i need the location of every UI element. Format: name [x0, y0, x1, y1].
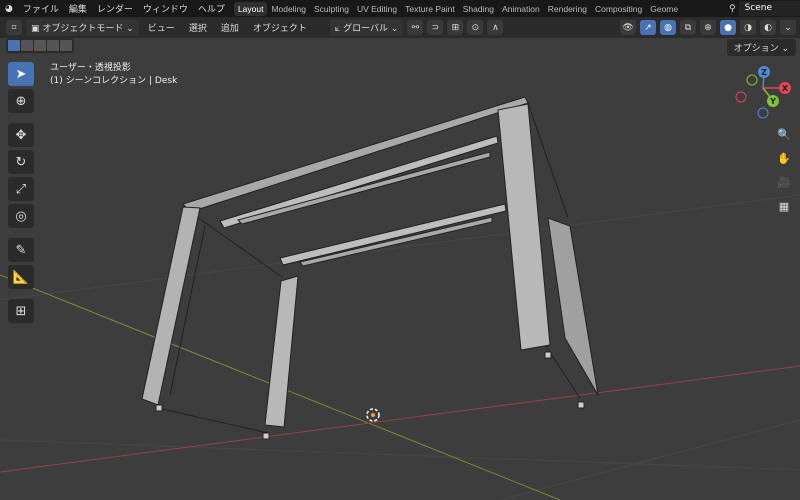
mode-label: オブジェクトモード — [42, 24, 124, 34]
options-dropdown[interactable]: オプション ⌄ — [726, 39, 796, 56]
grid-line — [0, 194, 800, 301]
foot — [155, 404, 163, 412]
leg-front-right — [547, 217, 599, 396]
orientation-label: グローバル — [343, 24, 389, 34]
desk-mesh — [141, 96, 599, 440]
3d-cursor-icon — [366, 408, 380, 422]
tab-layout[interactable]: Layout — [233, 1, 268, 16]
tab-compositing[interactable]: Compositing — [591, 2, 646, 16]
tab-rendering[interactable]: Rendering — [544, 2, 591, 16]
xray-icon[interactable]: ⧉ — [680, 20, 696, 35]
gizmo-neg-x — [735, 91, 747, 103]
navigation-gizmo[interactable]: X Y Z — [735, 66, 791, 119]
solid-shading-icon[interactable]: ● — [720, 20, 736, 35]
zoom-icon[interactable]: 🔍 — [774, 124, 794, 144]
annotate-tool-icon[interactable]: ✎ — [8, 238, 34, 262]
snap-icon[interactable]: ⊃ — [427, 20, 444, 35]
visibility-icon[interactable]: 👁 — [620, 20, 636, 35]
measure-tool-icon[interactable]: 📐 — [8, 265, 34, 289]
camera-icon[interactable]: 🎥 — [774, 172, 794, 192]
rail — [237, 151, 491, 225]
tool-shelf: ➤ ⊕ ✥ ↻ ⤢ ◎ ✎ 📐 ⊞ — [8, 62, 34, 323]
navigation-tools: 🔍 ✋ 🎥 ▦ — [774, 124, 794, 216]
leg-back-right — [497, 103, 551, 351]
cursor-tool-icon[interactable]: ⊕ — [8, 89, 34, 113]
scale-tool-icon[interactable]: ⤢ — [8, 177, 34, 201]
foot — [262, 432, 270, 440]
mode-dropdown[interactable]: ▣ オブジェクトモード ⌄ — [26, 19, 139, 36]
view-label: ユーザー・透視投影 — [50, 63, 131, 73]
orientation-dropdown[interactable]: ⟀ グローバル ⌄ — [329, 19, 404, 36]
leg-front-left — [264, 275, 299, 428]
tab-shading[interactable]: Shading — [459, 2, 498, 16]
gizmo-x-label: X — [782, 84, 789, 93]
shading-options-icon[interactable]: ⌄ — [780, 20, 796, 35]
foot — [544, 351, 552, 359]
tab-sculpting[interactable]: Sculpting — [310, 2, 353, 16]
top-bar: ◕ ファイル 編集 レンダー ウィンドウ ヘルプ Layout Modeling… — [0, 0, 800, 17]
tab-geometry-nodes[interactable]: Geome — [646, 2, 682, 16]
menu-file[interactable]: ファイル — [18, 2, 64, 15]
move-tool-icon[interactable]: ✥ — [8, 123, 34, 147]
wireframe-shading-icon[interactable]: ⊕ — [700, 20, 716, 35]
menu-add[interactable]: 追加 — [216, 19, 244, 36]
viewport-info: ユーザー・透視投影 (1) シーンコレクション | Desk — [50, 62, 177, 88]
orientation-icon: ⟀ — [334, 24, 344, 34]
viewport-header: ⌗ ▣ オブジェクトモード ⌄ ビュー 選択 追加 オブジェクト ⟀ グローバル… — [0, 17, 800, 38]
rotate-tool-icon[interactable]: ↻ — [8, 150, 34, 174]
edge — [157, 407, 269, 434]
tab-texture-paint[interactable]: Texture Paint — [401, 2, 459, 16]
leg-back-left — [141, 206, 201, 406]
menu-edit[interactable]: 編集 — [64, 2, 92, 15]
menu-render[interactable]: レンダー — [92, 2, 138, 15]
menu-help[interactable]: ヘルプ — [193, 2, 230, 15]
proportional-edit-icon[interactable]: ⊙ — [467, 20, 484, 35]
selection-mode-group — [6, 38, 74, 53]
tab-modeling[interactable]: Modeling — [267, 2, 310, 16]
menu-select[interactable]: 選択 — [184, 19, 212, 36]
select-tool-icon[interactable]: ➤ — [8, 62, 34, 86]
hand-pan-icon[interactable]: ✋ — [774, 148, 794, 168]
menu-window[interactable]: ウィンドウ — [138, 2, 193, 15]
collection-label: (1) シーンコレクション | Desk — [50, 76, 178, 86]
gizmo-z-label: Z — [761, 68, 767, 77]
snap-increment-icon[interactable]: ⊞ — [447, 20, 464, 35]
menu-object[interactable]: オブジェクト — [248, 19, 312, 36]
tab-animation[interactable]: Animation — [498, 2, 544, 16]
scene-name[interactable]: Scene — [738, 1, 800, 16]
rail — [299, 216, 493, 267]
select-intersect-icon[interactable] — [60, 40, 72, 51]
add-cube-tool-icon[interactable]: ⊞ — [8, 299, 34, 323]
gizmo-toggle-icon[interactable]: ↗ — [640, 20, 656, 35]
grid-line — [0, 439, 800, 471]
mode-icon: ▣ — [31, 24, 43, 34]
transform-tool-icon[interactable]: ◎ — [8, 204, 34, 228]
select-new-icon[interactable] — [8, 40, 20, 51]
select-invert-icon[interactable] — [47, 40, 59, 51]
material-shading-icon[interactable]: ◑ — [740, 20, 756, 35]
grid-perspective-icon[interactable]: ▦ — [774, 196, 794, 216]
desk-top-back — [182, 96, 529, 213]
scene-selector[interactable]: ⚲ Scene — [726, 0, 800, 17]
editor-type-icon[interactable]: ⌗ — [6, 20, 22, 35]
blender-logo-icon[interactable]: ◕ — [0, 4, 18, 14]
tab-uv-editing[interactable]: UV Editing — [353, 2, 401, 16]
scene-icon: ⚲ — [729, 3, 736, 14]
rail — [279, 203, 507, 266]
overlay-toggle-icon[interactable]: ◍ — [660, 20, 676, 35]
pivot-icon[interactable]: ⚯ — [407, 20, 424, 35]
select-subtract-icon[interactable] — [34, 40, 46, 51]
falloff-icon[interactable]: ∧ — [487, 20, 504, 35]
gizmo-neg-y — [746, 74, 758, 86]
options-label: オプション — [733, 44, 779, 54]
menu-view[interactable]: ビュー — [143, 19, 180, 36]
gizmo-y-label: Y — [769, 97, 776, 106]
gizmo-neg-z — [757, 107, 769, 119]
foot — [577, 401, 585, 409]
x-axis-line — [0, 365, 800, 473]
select-extend-icon[interactable] — [21, 40, 33, 51]
3d-viewport[interactable]: X Y Z — [0, 38, 800, 500]
rendered-shading-icon[interactable]: ◐ — [760, 20, 776, 35]
